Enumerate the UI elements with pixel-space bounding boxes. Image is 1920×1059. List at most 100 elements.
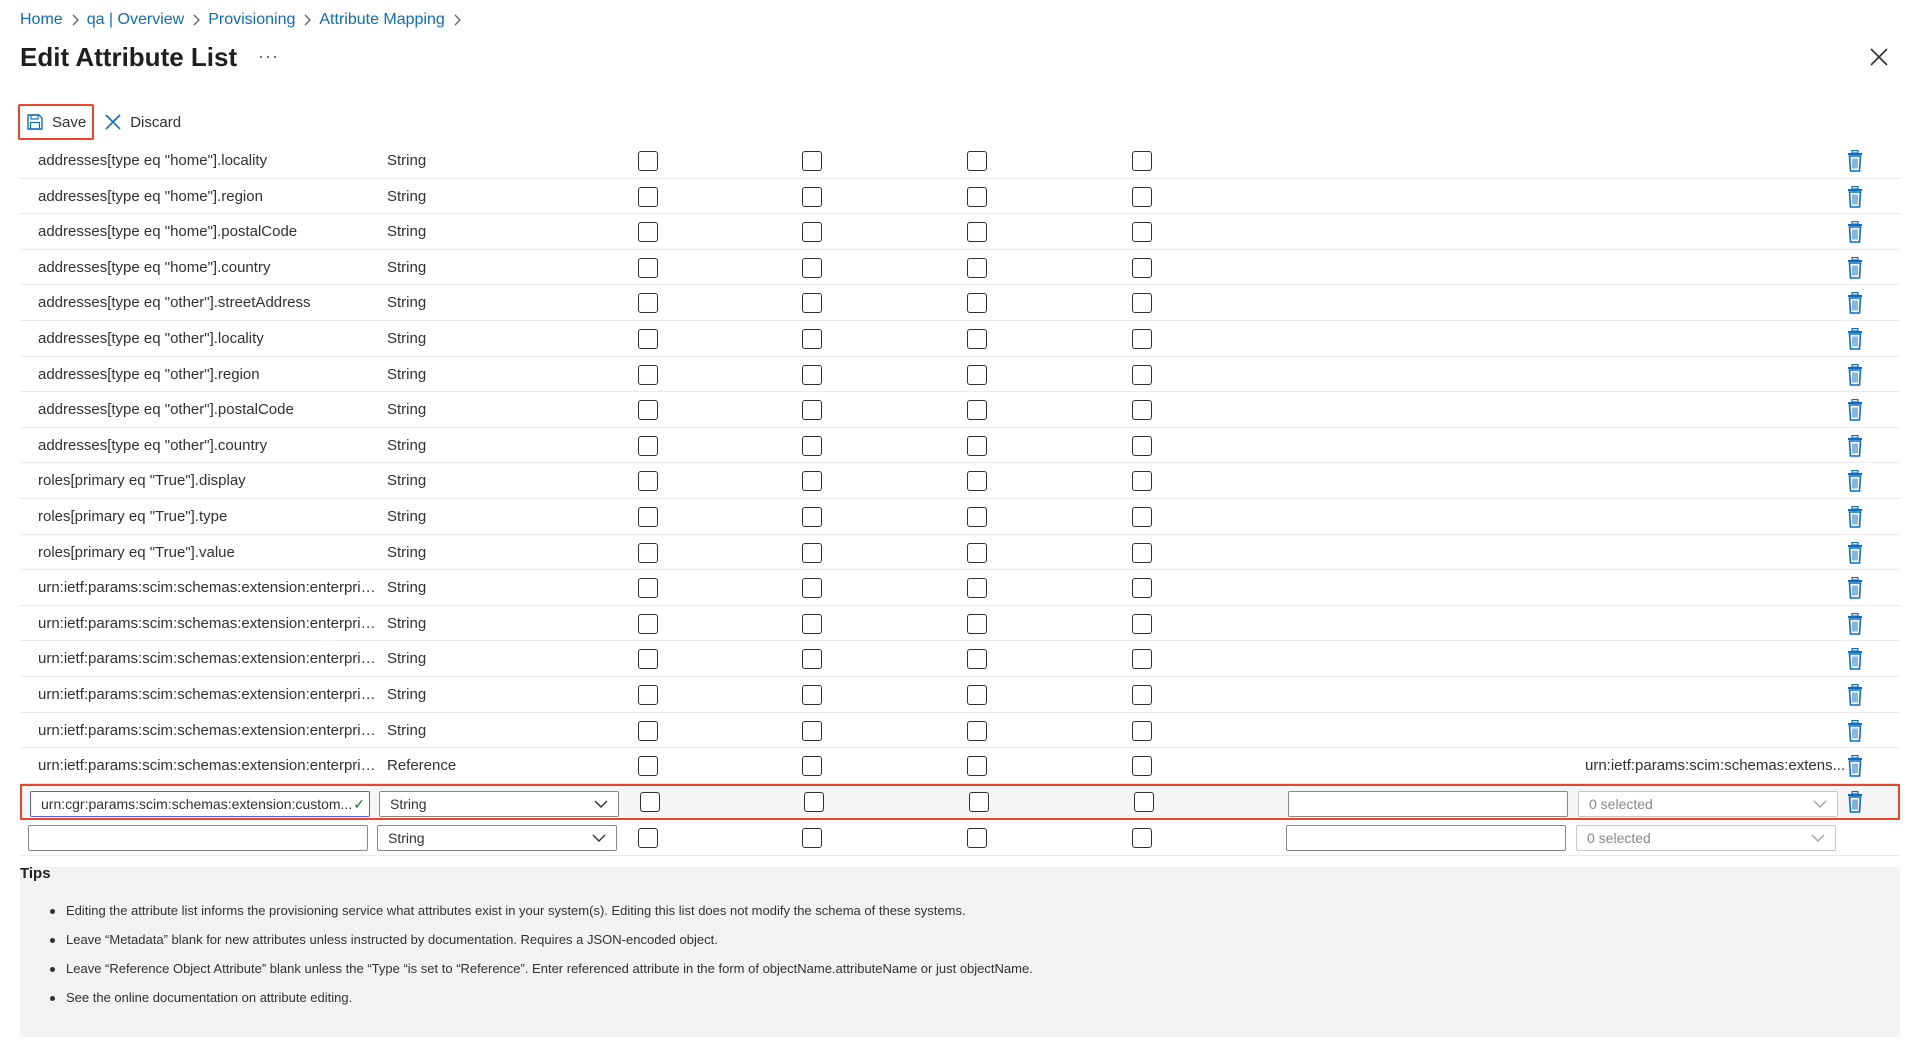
required-checkbox[interactable] <box>804 791 824 812</box>
exact-case-checkbox[interactable] <box>1132 186 1152 207</box>
exact-case-checkbox[interactable] <box>1132 435 1152 456</box>
required-checkbox[interactable] <box>802 435 822 456</box>
delete-icon[interactable] <box>1846 470 1864 493</box>
multi-value-checkbox[interactable] <box>967 649 987 670</box>
multi-value-checkbox[interactable] <box>967 827 987 848</box>
reference-object-attribute-dropdown[interactable]: 0 selected <box>1578 790 1838 817</box>
required-checkbox[interactable] <box>802 720 822 741</box>
exact-case-checkbox[interactable] <box>1132 756 1152 777</box>
required-checkbox[interactable] <box>802 506 822 527</box>
required-checkbox[interactable] <box>802 151 822 171</box>
multi-value-checkbox[interactable] <box>967 222 987 243</box>
primary-key-checkbox[interactable] <box>638 542 658 563</box>
primary-key-checkbox[interactable] <box>638 506 658 527</box>
multi-value-checkbox[interactable] <box>967 186 987 207</box>
required-checkbox[interactable] <box>802 649 822 670</box>
exact-case-checkbox[interactable] <box>1132 364 1152 385</box>
primary-key-checkbox[interactable] <box>638 435 658 456</box>
more-options-button[interactable]: ··· <box>258 46 279 67</box>
exact-case-checkbox[interactable] <box>1132 293 1152 314</box>
exact-case-checkbox[interactable] <box>1132 471 1152 492</box>
required-checkbox[interactable] <box>802 471 822 492</box>
exact-case-checkbox[interactable] <box>1132 257 1152 278</box>
exact-case-checkbox[interactable] <box>1132 649 1152 670</box>
delete-icon[interactable] <box>1846 363 1864 386</box>
breadcrumb-home[interactable]: Home <box>20 11 63 29</box>
multi-value-checkbox[interactable] <box>967 435 987 456</box>
exact-case-checkbox[interactable] <box>1132 578 1152 599</box>
delete-icon[interactable] <box>1846 150 1864 172</box>
discard-button[interactable]: Discard <box>98 104 187 140</box>
delete-icon[interactable] <box>1846 648 1864 671</box>
multi-value-checkbox[interactable] <box>967 756 987 777</box>
attribute-type-dropdown[interactable]: String <box>379 790 619 817</box>
exact-case-checkbox[interactable] <box>1132 684 1152 705</box>
delete-icon[interactable] <box>1846 683 1864 706</box>
multi-value-checkbox[interactable] <box>967 293 987 314</box>
delete-icon[interactable] <box>1846 292 1864 315</box>
required-checkbox[interactable] <box>802 756 822 777</box>
required-checkbox[interactable] <box>802 257 822 278</box>
required-checkbox[interactable] <box>802 186 822 207</box>
primary-key-checkbox[interactable] <box>638 684 658 705</box>
exact-case-checkbox[interactable] <box>1132 613 1152 634</box>
multi-value-checkbox[interactable] <box>967 578 987 599</box>
required-checkbox[interactable] <box>802 542 822 563</box>
required-checkbox[interactable] <box>802 684 822 705</box>
new-metadata-input[interactable] <box>1286 824 1566 851</box>
multi-value-checkbox[interactable] <box>967 400 987 421</box>
breadcrumb-provisioning[interactable]: Provisioning <box>208 11 295 29</box>
primary-key-checkbox[interactable] <box>638 649 658 670</box>
new-attribute-name-input[interactable] <box>28 824 368 851</box>
exact-case-checkbox[interactable] <box>1132 827 1152 848</box>
required-checkbox[interactable] <box>802 827 822 848</box>
exact-case-checkbox[interactable] <box>1132 151 1152 171</box>
delete-icon[interactable] <box>1846 434 1864 457</box>
delete-icon[interactable] <box>1846 327 1864 350</box>
delete-icon[interactable] <box>1846 505 1864 528</box>
delete-icon[interactable] <box>1846 755 1864 777</box>
required-checkbox[interactable] <box>802 222 822 243</box>
required-checkbox[interactable] <box>802 578 822 599</box>
exact-case-checkbox[interactable] <box>1132 506 1152 527</box>
delete-icon[interactable] <box>1846 612 1864 635</box>
close-icon[interactable] <box>1868 46 1890 68</box>
delete-icon[interactable] <box>1846 221 1864 243</box>
primary-key-checkbox[interactable] <box>638 400 658 421</box>
primary-key-checkbox[interactable] <box>638 364 658 385</box>
primary-key-checkbox[interactable] <box>640 791 660 812</box>
multi-value-checkbox[interactable] <box>967 613 987 634</box>
multi-value-checkbox[interactable] <box>967 471 987 492</box>
primary-key-checkbox[interactable] <box>638 257 658 278</box>
exact-case-checkbox[interactable] <box>1134 791 1154 812</box>
required-checkbox[interactable] <box>802 613 822 634</box>
multi-value-checkbox[interactable] <box>967 506 987 527</box>
required-checkbox[interactable] <box>802 328 822 349</box>
required-checkbox[interactable] <box>802 400 822 421</box>
exact-case-checkbox[interactable] <box>1132 542 1152 563</box>
metadata-input[interactable] <box>1288 790 1568 817</box>
exact-case-checkbox[interactable] <box>1132 400 1152 421</box>
delete-icon[interactable] <box>1846 790 1864 813</box>
primary-key-checkbox[interactable] <box>638 328 658 349</box>
attribute-name-input[interactable]: urn:cgr:params:scim:schemas:extension:cu… <box>30 790 370 817</box>
multi-value-checkbox[interactable] <box>967 328 987 349</box>
primary-key-checkbox[interactable] <box>638 756 658 777</box>
breadcrumb-qa-overview[interactable]: qa | Overview <box>87 11 185 29</box>
multi-value-checkbox[interactable] <box>969 791 989 812</box>
multi-value-checkbox[interactable] <box>967 364 987 385</box>
primary-key-checkbox[interactable] <box>638 222 658 243</box>
delete-icon[interactable] <box>1846 577 1864 599</box>
primary-key-checkbox[interactable] <box>638 720 658 741</box>
primary-key-checkbox[interactable] <box>638 827 658 848</box>
exact-case-checkbox[interactable] <box>1132 720 1152 741</box>
delete-icon[interactable] <box>1846 399 1864 421</box>
delete-icon[interactable] <box>1846 256 1864 279</box>
multi-value-checkbox[interactable] <box>967 542 987 563</box>
primary-key-checkbox[interactable] <box>638 578 658 599</box>
new-attribute-type-dropdown[interactable]: String <box>377 824 617 851</box>
primary-key-checkbox[interactable] <box>638 293 658 314</box>
multi-value-checkbox[interactable] <box>967 151 987 171</box>
primary-key-checkbox[interactable] <box>638 471 658 492</box>
required-checkbox[interactable] <box>802 364 822 385</box>
